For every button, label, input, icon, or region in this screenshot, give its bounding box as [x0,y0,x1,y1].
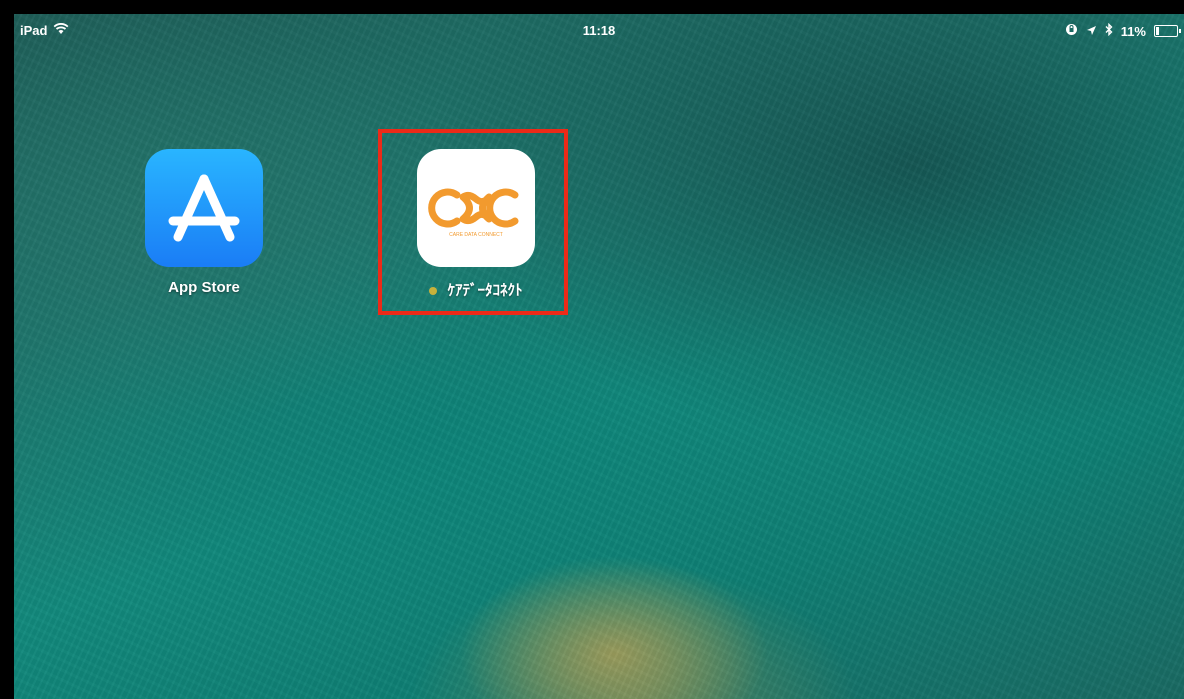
highlight-box [378,129,568,315]
status-bar-right: 11% [1065,22,1181,39]
app-store-app[interactable]: App Store [144,149,264,296]
wallpaper-texture [14,14,1184,699]
app-store-label: App Store [168,279,240,296]
battery-icon [1154,25,1181,37]
clock: 11:18 [582,23,616,38]
location-icon [1086,24,1097,39]
battery-percent: 11% [1120,23,1146,39]
bluetooth-icon [1105,22,1113,39]
home-screen: iPad 11:18 11% App Store CARE DATA CONNE… [14,14,1184,699]
orientation-lock-icon [1065,23,1078,39]
app-store-icon[interactable] [145,149,263,267]
status-bar: iPad 11:18 11% [14,14,1184,48]
